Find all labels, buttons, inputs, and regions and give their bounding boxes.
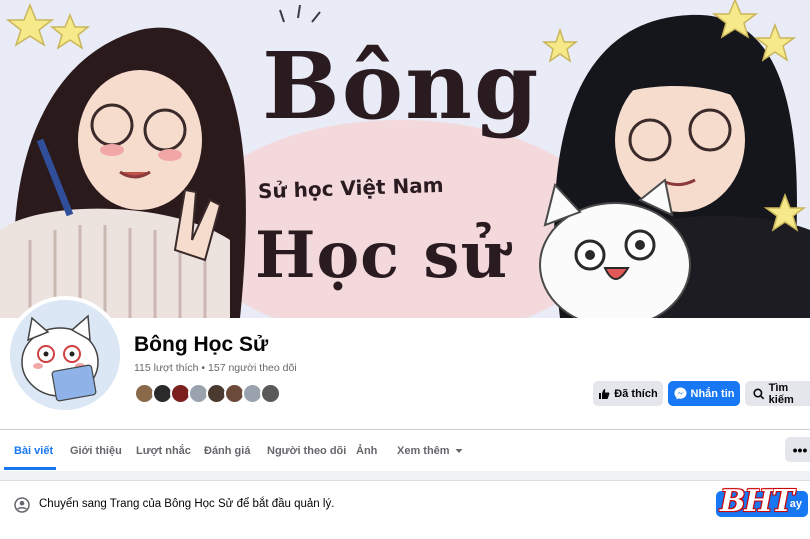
- tab-followers[interactable]: Người theo dõi: [267, 430, 346, 471]
- thumbs-up-icon: [599, 388, 610, 399]
- cover-photo[interactable]: Bông Sử học Việt Nam Học sử: [0, 0, 810, 318]
- page-tabs: Bài viết Giới thiệu Lượt nhắc Đánh giá N…: [0, 430, 810, 471]
- tab-photos[interactable]: Ảnh: [356, 430, 377, 471]
- search-button-label: Tìm kiếm: [768, 381, 794, 406]
- active-tab-indicator: [4, 467, 56, 470]
- profile-header: [0, 318, 810, 429]
- tab-see-more[interactable]: Xem thêm: [397, 430, 464, 471]
- liked-button-label: Đã thích: [614, 387, 658, 400]
- tab-reviews[interactable]: Đánh giá: [204, 430, 250, 471]
- profile-switch-icon: [14, 497, 30, 513]
- message-button[interactable]: Nhắn tin: [668, 381, 740, 406]
- friend-avatars[interactable]: [134, 383, 281, 405]
- cat-avatar-icon: [10, 300, 120, 410]
- search-icon: [753, 388, 765, 399]
- liked-button[interactable]: Đã thích: [593, 381, 663, 406]
- caret-down-icon: [455, 448, 463, 453]
- tab-mentions[interactable]: Lượt nhắc: [136, 430, 191, 471]
- page-name: Bông Học Sử: [134, 333, 269, 356]
- bht-watermark-logo: BHT: [720, 484, 794, 519]
- friend-avatar[interactable]: [260, 383, 281, 404]
- message-button-label: Nhắn tin: [690, 387, 735, 400]
- tab-about[interactable]: Giới thiệu: [70, 430, 122, 471]
- facebook-page: Bông Sử học Việt Nam Học sử Bông Học Sử …: [0, 0, 810, 539]
- search-button[interactable]: Tìm kiếm: [745, 381, 810, 406]
- tab-see-more-label: Xem thêm: [397, 444, 450, 457]
- messenger-icon: [674, 387, 686, 400]
- tab-posts[interactable]: Bài viết: [14, 430, 53, 471]
- cover-title-top: Bông: [262, 32, 541, 140]
- page-avatar[interactable]: [6, 296, 124, 414]
- cover-title-bottom: Học sử: [255, 218, 508, 293]
- more-options-button[interactable]: •••: [785, 437, 810, 462]
- switch-page-message: Chuyển sang Trang của Bông Học Sử để bắt…: [39, 498, 335, 510]
- page-stats[interactable]: 115 lượt thích • 157 người theo dõi: [134, 362, 297, 374]
